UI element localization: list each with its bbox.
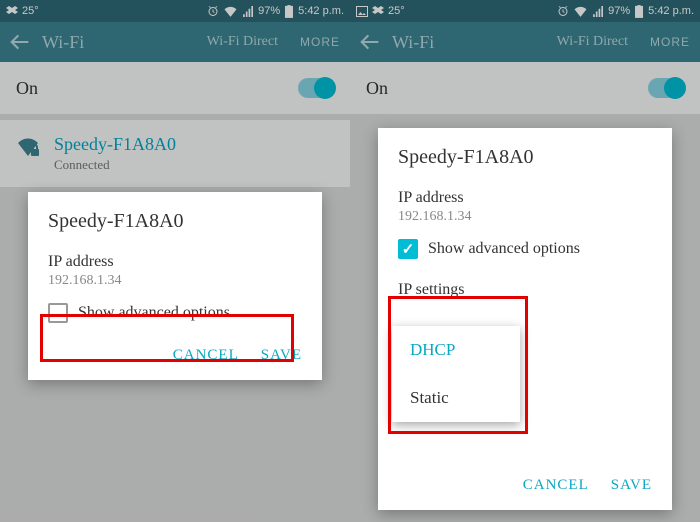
ip-address-value: 192.168.1.34 [398,209,652,225]
network-dialog: Speedy-F1A8A0 IP address 192.168.1.34 Sh… [28,192,322,380]
checkbox-label: Show advanced options [428,240,580,258]
save-button[interactable]: SAVE [261,347,302,364]
dialog-title: Speedy-F1A8A0 [28,192,322,243]
cancel-button[interactable]: CANCEL [523,477,589,494]
checkbox-checked-icon[interactable]: ✓ [398,239,418,259]
cancel-button[interactable]: CANCEL [173,347,239,364]
checkbox-label: Show advanced options [78,304,230,322]
dialog-title: Speedy-F1A8A0 [378,128,672,179]
save-button[interactable]: SAVE [611,477,652,494]
ip-address-value: 192.168.1.34 [48,273,302,289]
dropdown-option-static[interactable]: Static [392,374,520,422]
dropdown-option-dhcp[interactable]: DHCP [392,326,520,374]
network-dialog: Speedy-F1A8A0 IP address 192.168.1.34 ✓ … [378,128,672,510]
checkbox-unchecked-icon[interactable] [48,303,68,323]
screen-left: 25° 97% 5:42 p.m. Wi-Fi Wi-Fi Direct MOR… [0,0,350,522]
show-advanced-row[interactable]: Show advanced options [48,303,302,329]
screen-right: 25° 97% 5:42 p.m. Wi-Fi Wi-Fi Direct MOR… [350,0,700,522]
ip-address-label: IP address [398,189,652,207]
show-advanced-row[interactable]: ✓ Show advanced options [398,239,652,265]
ip-settings-label: IP settings [398,281,652,299]
ip-address-label: IP address [48,253,302,271]
ip-settings-dropdown: DHCP Static [392,326,520,422]
